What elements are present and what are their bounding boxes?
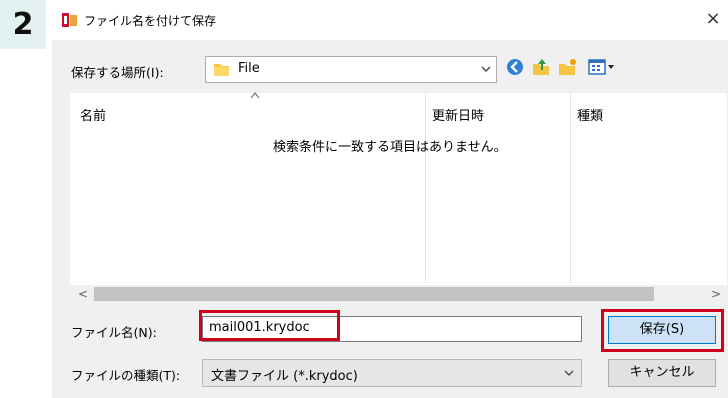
new-folder-icon[interactable] — [557, 56, 579, 78]
location-label: 保存する場所(I): — [71, 65, 164, 80]
column-divider — [570, 93, 571, 283]
column-header-type[interactable]: 種類 — [577, 105, 603, 124]
empty-message: 検索条件に一致する項目はありません。 — [273, 140, 507, 155]
chevron-down-icon — [564, 370, 574, 376]
filetype-dropdown[interactable]: 文書ファイル (*.krydoc) — [202, 359, 582, 387]
filename-label: ファイル名(N): — [71, 325, 157, 340]
location-value: File — [238, 61, 260, 76]
close-button[interactable]: × — [698, 6, 728, 32]
save-button[interactable]: 保存(S) — [608, 316, 716, 344]
horizontal-scrollbar[interactable]: < > — [70, 285, 727, 303]
save-as-dialog: ファイル名を付けて保存 × 保存する場所(I): File 名前 更新日時 種類… — [52, 0, 728, 398]
filetype-value: 文書ファイル (*.krydoc) — [211, 369, 358, 384]
back-icon[interactable] — [504, 56, 526, 78]
filename-field[interactable] — [202, 316, 582, 342]
app-logo-icon — [62, 13, 77, 27]
scrollbar-thumb[interactable] — [94, 287, 654, 301]
location-dropdown[interactable]: File — [205, 56, 497, 83]
scroll-right-arrow[interactable]: > — [711, 287, 721, 301]
step-number-badge: 2 — [0, 0, 46, 49]
view-menu-icon[interactable] — [587, 56, 617, 78]
cancel-button[interactable]: キャンセル — [608, 359, 716, 387]
folder-icon — [214, 64, 229, 76]
column-header-name[interactable]: 名前 — [80, 105, 106, 124]
dialog-title: ファイル名を付けて保存 — [84, 14, 217, 28]
title-bar: ファイル名を付けて保存 × — [52, 0, 728, 40]
column-divider — [425, 93, 426, 283]
file-list[interactable]: 名前 更新日時 種類 検索条件に一致する項目はありません。 < > — [70, 92, 727, 303]
up-folder-icon[interactable] — [530, 56, 552, 78]
filename-input[interactable] — [209, 320, 569, 335]
sort-ascending-icon — [250, 92, 260, 99]
scroll-left-arrow[interactable]: < — [78, 287, 88, 301]
column-header-modified[interactable]: 更新日時 — [432, 105, 484, 124]
filetype-label: ファイルの種類(T): — [71, 368, 181, 383]
chevron-down-icon — [481, 66, 491, 72]
